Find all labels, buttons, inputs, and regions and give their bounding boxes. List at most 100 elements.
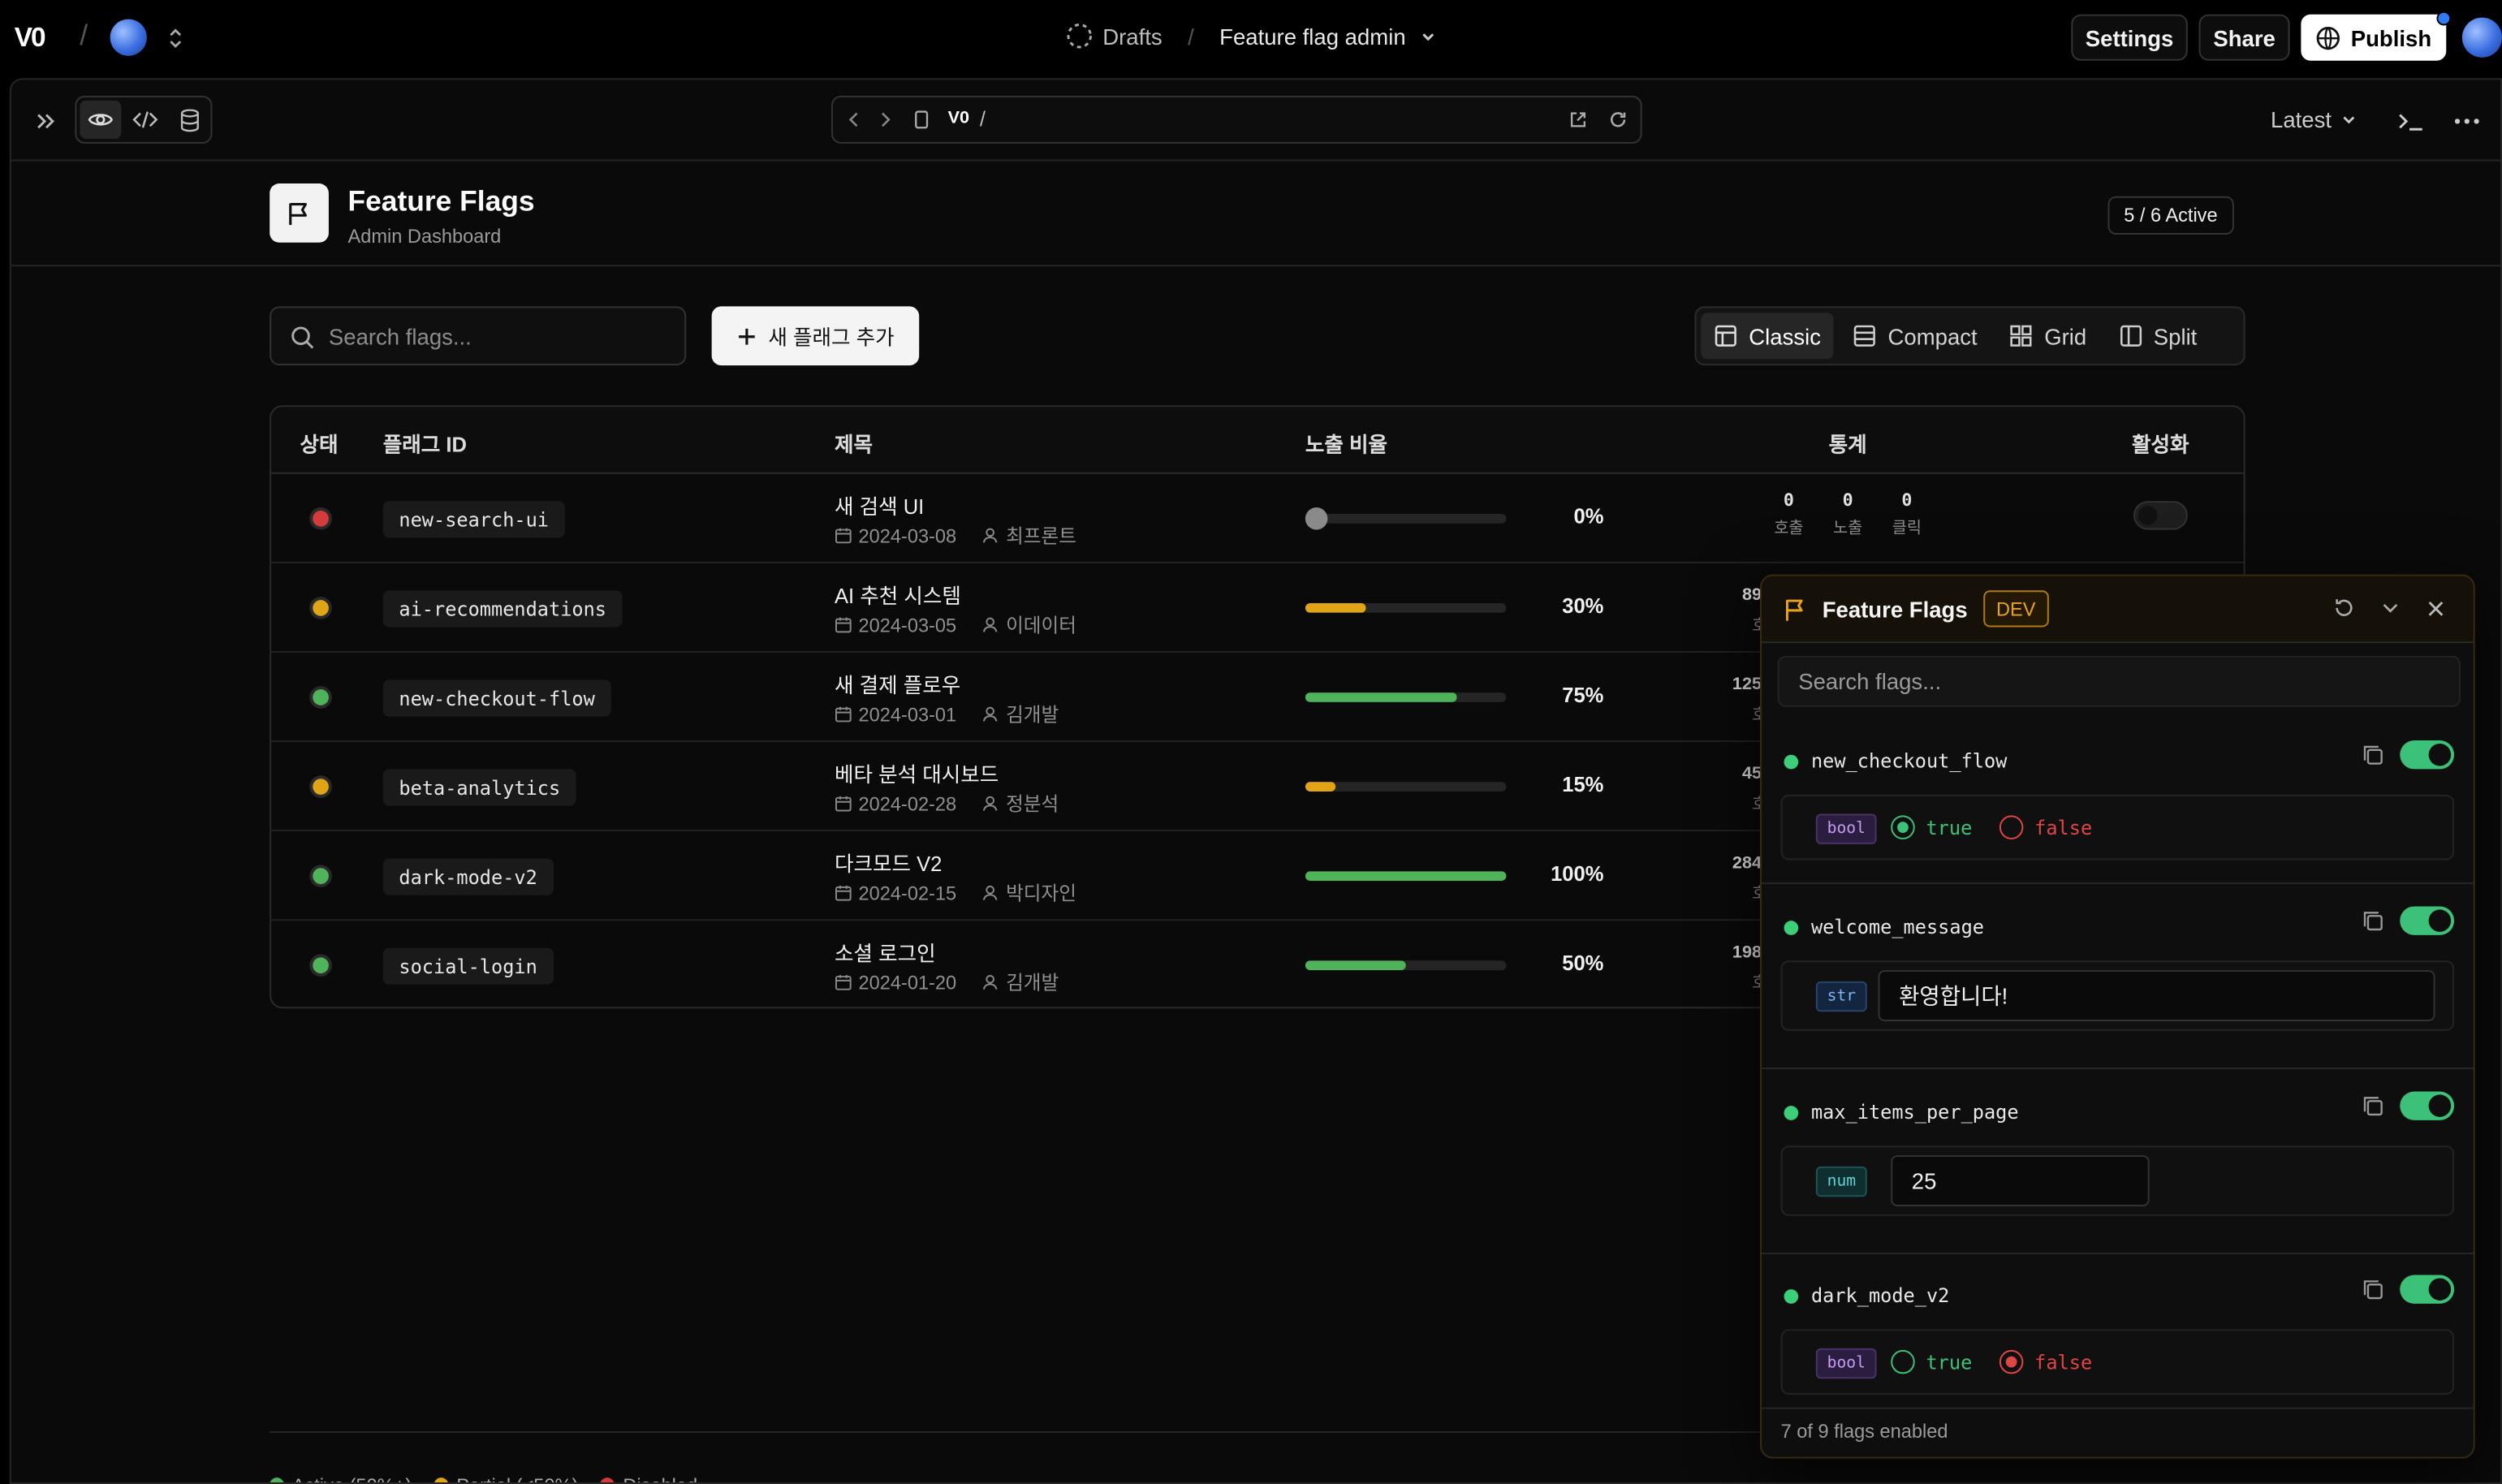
devflag-name: welcome_message	[1810, 916, 1984, 938]
devtools-search-input[interactable]: Search flags...	[1777, 655, 2461, 707]
back-icon[interactable]	[843, 109, 865, 132]
view-grid-button[interactable]: Grid	[1996, 313, 2099, 359]
chevron-updown-icon[interactable]	[162, 24, 188, 52]
number-value-input[interactable]: 25	[1891, 1155, 2150, 1206]
breadcrumb-drafts[interactable]: Drafts	[1102, 24, 1162, 49]
open-external-icon[interactable]	[1567, 109, 1590, 132]
col-enable[interactable]: 활성화	[2132, 428, 2189, 458]
table-row[interactable]: new-search-ui 새 검색 UI 2024-03-08 최프론트 0% 0 호출 0…	[271, 474, 2244, 563]
close-icon[interactable]	[2422, 595, 2448, 620]
devflag-toggle[interactable]	[2400, 740, 2455, 770]
flag-id-chip[interactable]: beta-analytics	[382, 769, 576, 806]
collapse-icon[interactable]	[2378, 595, 2403, 620]
active-count-badge: 5 / 6 Active	[2107, 196, 2234, 235]
settings-button[interactable]: Settings	[2071, 14, 2188, 61]
preview-eye-icon[interactable]	[80, 100, 122, 140]
stat-value: 0	[1842, 490, 1853, 511]
refresh-icon[interactable]	[1607, 109, 1629, 132]
flag-owner: 최프론트	[1006, 524, 1076, 548]
legend-disabled-label: Disabled	[623, 1474, 697, 1482]
database-icon[interactable]	[169, 101, 210, 139]
col-flag-id[interactable]: 플래그 ID	[383, 428, 467, 458]
devflag-value-box: bool true false	[1780, 794, 2455, 861]
share-button[interactable]: Share	[2198, 14, 2290, 61]
devflag-name: max_items_per_page	[1810, 1101, 2019, 1124]
terminal-icon[interactable]	[2393, 106, 2428, 137]
rollout-percent: 100%	[1551, 861, 1604, 886]
flag-title: AI 추천 시스템	[835, 584, 961, 608]
list-icon	[1853, 325, 1876, 347]
more-icon[interactable]	[2449, 106, 2484, 137]
devflag-toggle[interactable]	[2400, 906, 2455, 935]
devflag-toggle[interactable]	[2400, 1275, 2455, 1304]
stat-label: 노출	[1833, 520, 1863, 538]
expand-sidebar-icon[interactable]	[30, 106, 62, 137]
flag-owner: 김개발	[1006, 972, 1059, 994]
separator: /	[80, 19, 88, 51]
rollout-percent: 30%	[1562, 593, 1604, 618]
radio-false[interactable]: false	[1999, 815, 2092, 839]
calendar-icon	[835, 974, 852, 990]
flag-date: 2024-03-05	[858, 613, 957, 636]
chevron-down-icon[interactable]	[1418, 26, 1438, 45]
add-flag-label: 새 플래그 추가	[768, 325, 895, 350]
code-icon[interactable]	[124, 101, 166, 139]
add-flag-button[interactable]: 새 플래그 추가	[711, 306, 920, 366]
calendar-icon	[835, 796, 852, 812]
v0-logo[interactable]: V0	[15, 23, 46, 54]
search-input[interactable]: Search flags...	[270, 306, 687, 366]
col-title[interactable]: 제목	[835, 428, 873, 458]
flag-id-chip[interactable]: social-login	[382, 947, 554, 985]
view-split-button[interactable]: Split	[2106, 313, 2210, 359]
view-grid-label: Grid	[2044, 323, 2087, 349]
radio-true[interactable]: true	[1891, 1349, 1972, 1374]
flag-id-chip[interactable]: dark-mode-v2	[382, 858, 554, 895]
flag-title: 베타 분석 대시보드	[835, 762, 999, 787]
version-select[interactable]: Latest	[2271, 107, 2357, 132]
publish-button[interactable]: Publish	[2301, 14, 2447, 61]
string-value-input[interactable]: 환영합니다!	[1878, 970, 2435, 1021]
device-icon[interactable]	[909, 109, 932, 132]
copy-icon[interactable]	[2362, 1094, 2384, 1117]
copy-icon[interactable]	[2362, 744, 2384, 766]
reset-icon[interactable]	[2332, 595, 2357, 620]
radio-circle	[1999, 815, 2024, 839]
copy-icon[interactable]	[2362, 909, 2384, 932]
flag-meta: 2024-02-28 정분석	[835, 790, 1059, 817]
flag-id-chip[interactable]: ai-recommendations	[382, 590, 623, 628]
forward-icon[interactable]	[874, 109, 897, 132]
devflag-toggle[interactable]	[2400, 1091, 2455, 1120]
user-icon	[983, 796, 999, 811]
radio-false[interactable]: false	[1999, 1349, 2093, 1374]
view-classic-button[interactable]: Classic	[1701, 313, 1834, 360]
flag-logo-icon	[270, 183, 329, 243]
legend-partial: Partial (<50%)	[434, 1474, 578, 1483]
rollout-bar	[1305, 782, 1507, 792]
flag-owner: 정분석	[1006, 792, 1059, 816]
status-dot	[309, 954, 332, 977]
col-rollout[interactable]: 노출 비율	[1305, 428, 1387, 458]
rollout-percent: 15%	[1562, 772, 1604, 796]
col-stats[interactable]: 통계	[1829, 428, 1867, 458]
copy-icon[interactable]	[2362, 1278, 2384, 1301]
project-avatar[interactable]	[110, 19, 147, 56]
flag-id-chip[interactable]: new-checkout-flow	[382, 679, 611, 717]
radio-false-label: false	[2034, 1350, 2093, 1374]
breadcrumb-project[interactable]: Feature flag admin	[1219, 24, 1405, 49]
radio-true[interactable]: true	[1891, 815, 1972, 839]
radio-circle	[1999, 1349, 2024, 1374]
status-dot	[309, 865, 332, 887]
enable-toggle[interactable]	[2133, 501, 2188, 530]
col-status[interactable]: 상태	[300, 428, 339, 458]
url-bar[interactable]: V0 /	[831, 95, 1642, 144]
rollout-bar	[1305, 513, 1507, 524]
flag-id-chip[interactable]: new-search-ui	[382, 501, 565, 538]
rollout-fill	[1305, 602, 1366, 613]
rollout-fill	[1305, 692, 1456, 702]
feature-flags-devtools: Feature Flags DEV Search flags... new_ch…	[1760, 574, 2475, 1459]
type-tag: bool	[1815, 813, 1877, 844]
user-avatar[interactable]	[2461, 17, 2502, 58]
view-compact-button[interactable]: Compact	[1840, 313, 1991, 359]
url-path: /	[979, 106, 986, 132]
rollout-knob[interactable]	[1305, 507, 1328, 530]
